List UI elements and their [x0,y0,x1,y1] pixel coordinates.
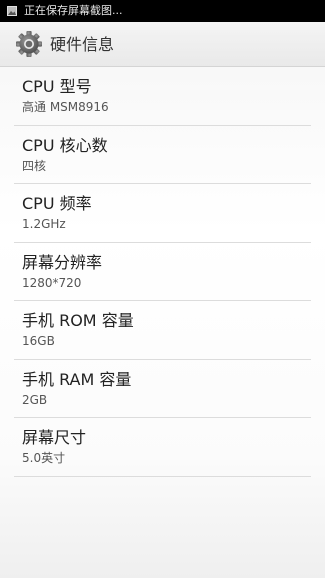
gear-icon[interactable] [15,30,43,58]
item-value: 高通 MSM8916 [22,100,109,114]
item-title: 手机 ROM 容量 [22,311,134,330]
list-item-screen-resolution[interactable]: 屏幕分辨率 1280*720 [14,243,311,301]
image-icon [7,6,17,16]
screen: 正在保存屏幕截图... 硬件信息 CPU 型号 高通 MSM8916 CPU 核… [0,0,325,578]
list-item-rom-capacity[interactable]: 手机 ROM 容量 16GB [14,301,311,360]
item-value: 2GB [22,392,48,407]
item-title: 屏幕分辨率 [22,252,103,272]
item-value: 1280*720 [22,275,82,290]
item-value: 1.2GHz [22,217,66,231]
status-bar[interactable]: 正在保存屏幕截图... [0,0,325,22]
item-title: CPU 型号 [22,77,92,96]
status-notification-text: 正在保存屏幕截图... [24,4,123,17]
list-item-cpu-frequency[interactable]: CPU 频率 1.2GHz [14,184,311,243]
list-item-screen-size[interactable]: 屏幕尺寸 5.0英寸 [14,418,311,477]
item-value: 16GB [22,334,55,348]
item-title: 手机 RAM 容量 [22,369,132,389]
item-value: 5.0英寸 [22,451,66,465]
list-item-cpu-model[interactable]: CPU 型号 高通 MSM8916 [14,67,311,126]
action-bar: 硬件信息 [0,22,325,67]
hardware-info-list: CPU 型号 高通 MSM8916 CPU 核心数 四核 CPU 频率 1.2G… [14,67,311,477]
item-title: 屏幕尺寸 [22,428,87,447]
list-item-cpu-cores[interactable]: CPU 核心数 四核 [14,126,311,184]
item-title: CPU 核心数 [22,135,108,155]
list-item-ram-capacity[interactable]: 手机 RAM 容量 2GB [14,360,311,418]
page-title: 硬件信息 [50,34,115,54]
item-value: 四核 [22,158,47,173]
item-title: CPU 频率 [22,194,92,213]
